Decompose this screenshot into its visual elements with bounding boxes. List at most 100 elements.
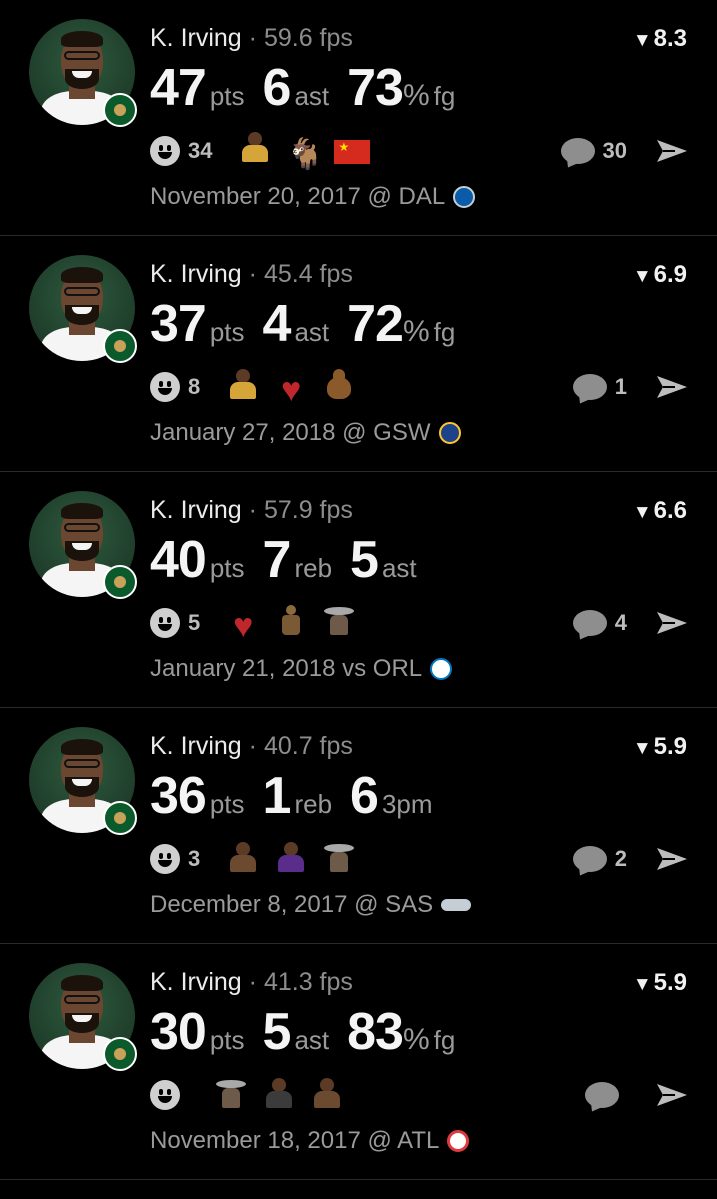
stat-line: 36 pts 1 reb 6 3pm (150, 766, 451, 826)
reaction-emojis (200, 1076, 344, 1115)
comment-count: 4 (614, 610, 627, 635)
rating: ▼8.3 (633, 25, 687, 53)
stat-value: 73 (347, 59, 404, 117)
stat-unit: fg (433, 317, 456, 347)
comment-button[interactable]: 4 (572, 607, 627, 639)
player-line: K. Irving · 57.9 fps (150, 496, 353, 525)
fps-score: 41.3 fps (263, 968, 353, 996)
reaction-emojis: 🐐 (224, 130, 371, 172)
comment-button[interactable]: 1 (572, 371, 627, 403)
comment-button[interactable]: 2 (572, 843, 627, 875)
stat-item: 83% fg (347, 1002, 455, 1062)
celtics-badge-icon (103, 801, 137, 835)
stat-value: 7 (262, 531, 292, 589)
smiley-react-icon[interactable] (150, 844, 180, 874)
goat-icon[interactable]: 🐐 (286, 138, 323, 172)
comment-count: 1 (614, 374, 627, 399)
separator: · (248, 732, 257, 760)
reactions[interactable]: 3 (150, 841, 356, 877)
player-name[interactable]: K. Irving (150, 732, 242, 760)
dark-player-icon[interactable] (262, 1076, 296, 1110)
reactions[interactable]: 8 ♥ (150, 367, 356, 407)
stat-item: 5 ast (263, 1002, 330, 1062)
performance-card[interactable]: K. Irving · 45.4 fps ▼6.9 37 pts 4 ast 72% fg… (0, 236, 717, 472)
cowboy-icon[interactable] (322, 603, 356, 637)
separator: · (248, 24, 257, 52)
stat-value: 36 (150, 767, 207, 825)
stat-value: 37 (150, 295, 207, 353)
comment-bubble-icon (572, 374, 607, 400)
player-name[interactable]: K. Irving (150, 968, 242, 996)
stat-unit: ast (294, 317, 330, 347)
game-date-text: November 18, 2017 @ ATL (150, 1127, 440, 1154)
fps-score: 59.6 fps (263, 24, 353, 52)
share-send-icon[interactable] (655, 138, 689, 164)
stat-line: 37 pts 4 ast 72% fg (150, 294, 473, 354)
reaction-count: 3 (188, 846, 201, 871)
rating-value: 6.6 (653, 497, 687, 524)
reaction-count: 8 (188, 374, 201, 399)
share-send-icon[interactable] (655, 610, 689, 636)
player-line: K. Irving · 59.6 fps (150, 24, 353, 53)
stat-unit: ast (381, 553, 417, 583)
comment-count: 30 (602, 138, 627, 163)
rating-triangle-icon: ▼ (632, 502, 652, 523)
lakers-player-icon[interactable] (238, 130, 272, 164)
cowboy-icon[interactable] (322, 840, 356, 874)
separator: · (248, 968, 257, 996)
china-flag-icon[interactable] (334, 140, 371, 164)
stat-unit: ast (294, 81, 330, 111)
smiley-react-icon[interactable] (150, 372, 180, 402)
stat-line: 40 pts 7 reb 5 ast (150, 530, 435, 590)
stat-item: 5 ast (350, 530, 417, 590)
cowboy-icon[interactable] (214, 1076, 248, 1110)
player-line: K. Irving · 40.7 fps (150, 732, 353, 761)
stat-value: 5 (262, 1003, 292, 1061)
player-name[interactable]: K. Irving (150, 496, 242, 524)
heart-icon[interactable]: ♥ (226, 609, 260, 643)
share-send-icon[interactable] (655, 846, 689, 872)
comment-count: 2 (614, 846, 627, 871)
poop-icon[interactable] (322, 367, 356, 401)
rating-value: 8.3 (653, 25, 687, 52)
performance-card[interactable]: K. Irving · 40.7 fps ▼5.9 36 pts 1 reb 6 3pm … (0, 708, 717, 944)
game-date-text: January 21, 2018 vs ORL (150, 655, 423, 682)
stat-unit: pts (209, 553, 245, 583)
stat-line: 47 pts 6 ast 73% fg (150, 58, 473, 118)
player-icon[interactable] (226, 840, 260, 874)
stat-item: 4 ast (263, 294, 330, 354)
stat-unit: pts (209, 81, 245, 111)
reactions[interactable]: 34 🐐 (150, 130, 371, 172)
share-send-icon[interactable] (655, 374, 689, 400)
purple-player-icon[interactable] (274, 840, 308, 874)
smiley-react-icon[interactable] (150, 1080, 180, 1110)
stat-percent-sign: % (402, 79, 430, 112)
smiley-react-icon[interactable] (150, 136, 180, 166)
rating: ▼6.6 (633, 497, 687, 525)
stat-value: 30 (150, 1003, 207, 1061)
share-send-icon[interactable] (655, 1082, 689, 1108)
player-name[interactable]: K. Irving (150, 260, 242, 288)
stat-value: 1 (262, 767, 292, 825)
smiley-react-icon[interactable] (150, 608, 180, 638)
heart-icon[interactable]: ♥ (274, 373, 308, 407)
game-date-text: December 8, 2017 @ SAS (150, 891, 434, 918)
rating-triangle-icon: ▼ (632, 974, 652, 995)
comment-button[interactable] (585, 1079, 627, 1111)
stat-percent-sign: % (402, 315, 430, 348)
fighter-icon[interactable] (274, 603, 308, 637)
performance-card[interactable]: K. Irving · 59.6 fps ▼8.3 47 pts 6 ast 73% fg… (0, 0, 717, 236)
player-name[interactable]: K. Irving (150, 24, 242, 52)
stat-item: 6 3pm (350, 766, 433, 826)
stat-value: 47 (150, 59, 207, 117)
opponent-logo-icon (430, 658, 453, 680)
performance-card[interactable]: K. Irving · 41.3 fps ▼5.9 30 pts 5 ast 83% fg… (0, 944, 717, 1180)
stat-item: 47 pts (150, 58, 245, 118)
player-icon[interactable] (310, 1076, 344, 1110)
reactions[interactable]: 5 ♥ (150, 603, 356, 643)
reactions[interactable] (150, 1077, 344, 1113)
lakers-player-icon[interactable] (226, 367, 260, 401)
stat-unit: pts (209, 317, 245, 347)
comment-button[interactable]: 30 (560, 135, 627, 167)
performance-card[interactable]: K. Irving · 57.9 fps ▼6.6 40 pts 7 reb 5 ast … (0, 472, 717, 708)
